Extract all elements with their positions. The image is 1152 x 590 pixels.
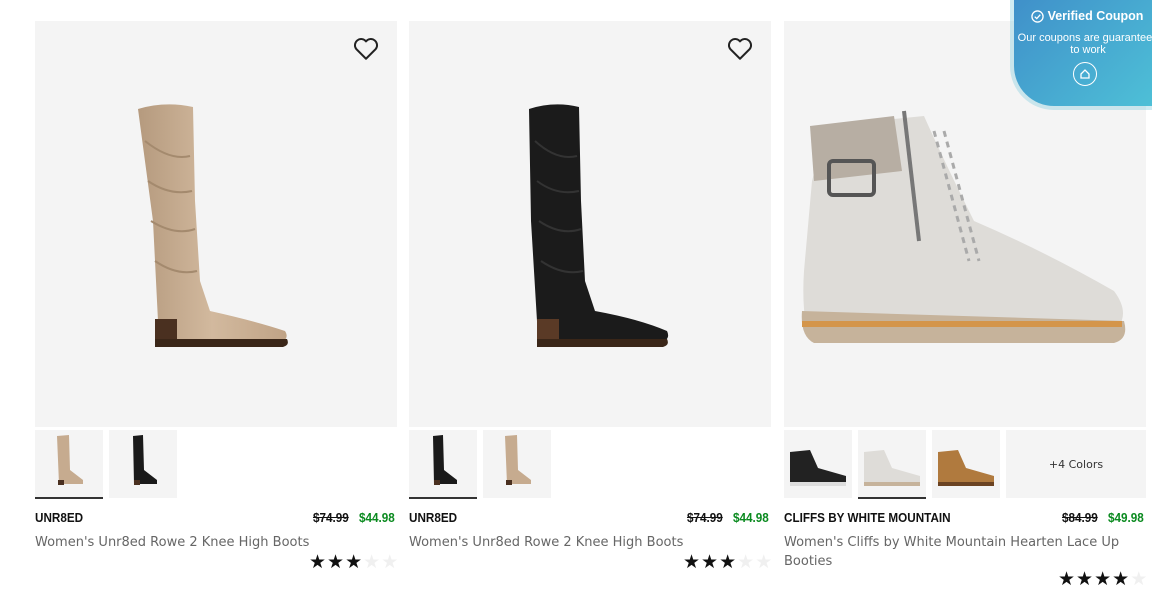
swatch-black-image [433, 435, 457, 485]
star-icon: ★ [683, 551, 701, 573]
color-swatches: +4 Colors [784, 430, 1146, 499]
swatch-tan[interactable] [932, 430, 1000, 498]
star-empty-icon: ★ [755, 551, 773, 573]
brand-name[interactable]: UNR8ED [409, 510, 457, 525]
star-icon: ★ [719, 551, 737, 573]
star-icon: ★ [309, 551, 327, 573]
star-icon: ★ [345, 551, 363, 573]
swatch-black-image [133, 435, 157, 485]
coupon-logo-glyph-icon [1080, 69, 1090, 79]
swatch-tan-image [938, 450, 994, 486]
swatch-black[interactable] [109, 430, 177, 498]
price-group: $74.99 $44.98 [311, 510, 397, 525]
verified-coupon-badge[interactable]: Verified Coupon Our coupons are guarante… [1014, 0, 1152, 106]
coupon-title-row: Verified Coupon [1014, 9, 1152, 23]
product-image[interactable] [409, 21, 771, 427]
swatch-white-image [864, 450, 920, 486]
star-icon: ★ [701, 551, 719, 573]
product-title[interactable]: Women's Cliffs by White Mountain Hearten… [784, 533, 1124, 571]
swatch-black[interactable] [784, 430, 852, 498]
original-price: $84.99 [1062, 509, 1099, 525]
swatch-taupe[interactable] [35, 430, 103, 499]
star-icon: ★ [1112, 568, 1130, 590]
star-empty-icon: ★ [737, 551, 755, 573]
swatch-black[interactable] [409, 430, 477, 499]
star-empty-icon: ★ [363, 551, 381, 573]
sale-price: $44.98 [359, 509, 396, 525]
product-title[interactable]: Women's Unr8ed Rowe 2 Knee High Boots [409, 533, 749, 552]
coupon-logo-icon[interactable] [1073, 62, 1097, 86]
swatch-taupe-image [505, 435, 531, 485]
star-icon: ★ [1076, 568, 1094, 590]
tall-boot-taupe-image [138, 104, 288, 347]
original-price: $74.99 [313, 509, 350, 525]
swatch-taupe[interactable] [483, 430, 551, 498]
brand-name[interactable]: UNR8ED [35, 510, 83, 525]
star-empty-icon: ★ [381, 551, 399, 573]
more-colors-button[interactable]: +4 Colors [1006, 430, 1146, 498]
swatch-white[interactable] [858, 430, 926, 499]
price-group: $74.99 $44.98 [685, 510, 771, 525]
swatch-black-image [790, 450, 846, 486]
product-image[interactable] [35, 21, 397, 427]
original-price: $74.99 [687, 509, 724, 525]
star-icon: ★ [1058, 568, 1076, 590]
rating-stars: ★ ★ ★ ★ ★ [683, 553, 772, 572]
product-card[interactable]: UNR8ED $74.99 $44.98 Women's Unr8ed Rowe… [409, 21, 771, 552]
star-icon: ★ [1094, 568, 1112, 590]
sale-price: $44.98 [733, 509, 770, 525]
coupon-title: Verified Coupon [1047, 9, 1144, 23]
price-group: $84.99 $49.98 [1060, 510, 1146, 525]
coupon-subtitle: Our coupons are guaranteed to work [1017, 32, 1152, 56]
tall-boot-black-image [529, 104, 669, 347]
product-card[interactable]: UNR8ED $74.99 $44.98 Women's Unr8ed Rowe… [35, 21, 397, 552]
rating-stars: ★ ★ ★ ★ ★ [1058, 570, 1147, 589]
brand-name[interactable]: CLIFFS BY WHITE MOUNTAIN [784, 510, 951, 525]
product-title[interactable]: Women's Unr8ed Rowe 2 Knee High Boots [35, 533, 375, 552]
check-circle-icon [1030, 9, 1044, 23]
color-swatches [35, 430, 397, 499]
heart-icon[interactable] [727, 37, 753, 61]
star-empty-icon: ★ [1130, 568, 1148, 590]
heart-icon[interactable] [353, 37, 379, 61]
star-icon: ★ [327, 551, 345, 573]
color-swatches [409, 430, 771, 499]
sale-price: $49.98 [1108, 509, 1145, 525]
rating-stars: ★ ★ ★ ★ ★ [309, 553, 398, 572]
swatch-taupe-image [57, 435, 83, 485]
